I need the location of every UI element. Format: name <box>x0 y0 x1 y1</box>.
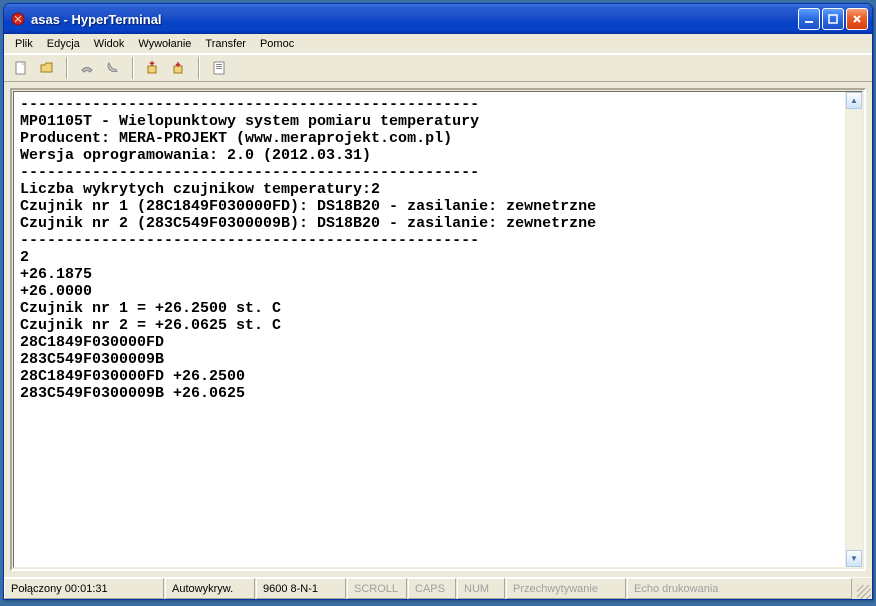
status-detect: Autowykryw. <box>165 578 255 599</box>
properties-icon[interactable] <box>208 57 230 79</box>
app-window: asas - HyperTerminal Plik Edycja Widok W… <box>3 3 873 600</box>
app-icon <box>10 11 26 27</box>
status-bar: Połączony 00:01:31 Autowykryw. 9600 8-N-… <box>4 577 872 599</box>
resize-grip[interactable] <box>853 578 871 599</box>
menu-transfer[interactable]: Transfer <box>198 36 253 52</box>
send-icon[interactable] <box>142 57 164 79</box>
scroll-track[interactable] <box>846 109 862 550</box>
terminal-output[interactable]: ----------------------------------------… <box>14 92 845 567</box>
menu-wywolanie[interactable]: Wywołanie <box>131 36 198 52</box>
vertical-scrollbar[interactable]: ▲ ▼ <box>845 92 862 567</box>
status-settings: 9600 8-N-1 <box>256 578 346 599</box>
menu-bar: Plik Edycja Widok Wywołanie Transfer Pom… <box>4 34 872 54</box>
close-button[interactable] <box>846 8 868 30</box>
toolbar-separator <box>132 57 134 79</box>
title-bar[interactable]: asas - HyperTerminal <box>4 4 872 34</box>
status-echo: Echo drukowania <box>627 578 852 599</box>
menu-plik[interactable]: Plik <box>8 36 40 52</box>
call-icon[interactable] <box>102 57 124 79</box>
toolbar-separator <box>198 57 200 79</box>
toolbar <box>4 54 872 82</box>
status-connection: Połączony 00:01:31 <box>4 578 164 599</box>
status-caps: CAPS <box>408 578 456 599</box>
hangup-icon[interactable] <box>76 57 98 79</box>
window-buttons <box>798 8 868 30</box>
menu-pomoc[interactable]: Pomoc <box>253 36 301 52</box>
terminal-inner: ----------------------------------------… <box>13 91 863 568</box>
status-capture: Przechwytywanie <box>506 578 626 599</box>
new-file-icon[interactable] <box>10 57 32 79</box>
scroll-up-button[interactable]: ▲ <box>846 92 862 109</box>
toolbar-separator <box>66 57 68 79</box>
receive-icon[interactable] <box>168 57 190 79</box>
open-file-icon[interactable] <box>36 57 58 79</box>
client-area: ----------------------------------------… <box>4 82 872 577</box>
minimize-button[interactable] <box>798 8 820 30</box>
terminal-frame: ----------------------------------------… <box>10 88 866 571</box>
menu-widok[interactable]: Widok <box>87 36 132 52</box>
menu-edycja[interactable]: Edycja <box>40 36 87 52</box>
status-scroll: SCROLL <box>347 578 407 599</box>
maximize-button[interactable] <box>822 8 844 30</box>
window-title: asas - HyperTerminal <box>31 12 798 27</box>
status-num: NUM <box>457 578 505 599</box>
scroll-down-button[interactable]: ▼ <box>846 550 862 567</box>
